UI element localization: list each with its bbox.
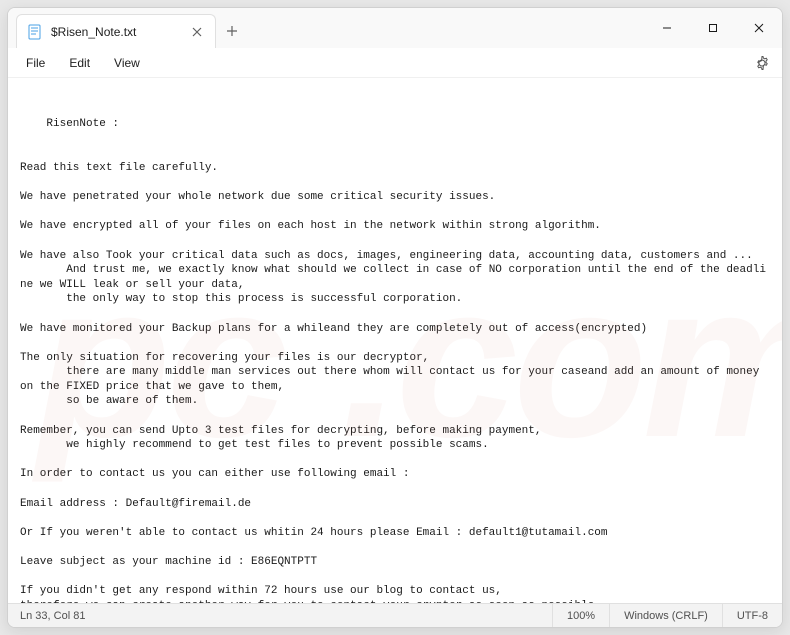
menubar: File Edit View <box>8 48 782 78</box>
status-line-ending[interactable]: Windows (CRLF) <box>609 604 722 627</box>
tab-title: $Risen_Note.txt <box>51 25 181 39</box>
notepad-icon <box>27 24 43 40</box>
menu-file[interactable]: File <box>16 52 55 74</box>
window-controls <box>644 8 782 48</box>
statusbar: Ln 33, Col 81 100% Windows (CRLF) UTF-8 <box>8 603 782 627</box>
notepad-window: $Risen_Note.txt File Edit View <box>7 7 783 628</box>
status-encoding[interactable]: UTF-8 <box>722 604 782 627</box>
menu-edit[interactable]: Edit <box>59 52 100 74</box>
watermark: pc .com <box>8 78 782 603</box>
minimize-button[interactable] <box>644 8 690 48</box>
new-tab-button[interactable] <box>216 14 248 48</box>
settings-button[interactable] <box>750 51 774 75</box>
tab-strip: $Risen_Note.txt <box>8 8 644 48</box>
tab-active[interactable]: $Risen_Note.txt <box>16 14 216 48</box>
maximize-button[interactable] <box>690 8 736 48</box>
tab-close-button[interactable] <box>189 24 205 40</box>
menu-view[interactable]: View <box>104 52 150 74</box>
document-content: RisenNote : Read this text file carefull… <box>20 118 766 603</box>
text-editor[interactable]: pc .com RisenNote : Read this text file … <box>8 78 782 603</box>
close-button[interactable] <box>736 8 782 48</box>
titlebar: $Risen_Note.txt <box>8 8 782 48</box>
status-zoom[interactable]: 100% <box>552 604 609 627</box>
status-cursor: Ln 33, Col 81 <box>8 610 552 622</box>
